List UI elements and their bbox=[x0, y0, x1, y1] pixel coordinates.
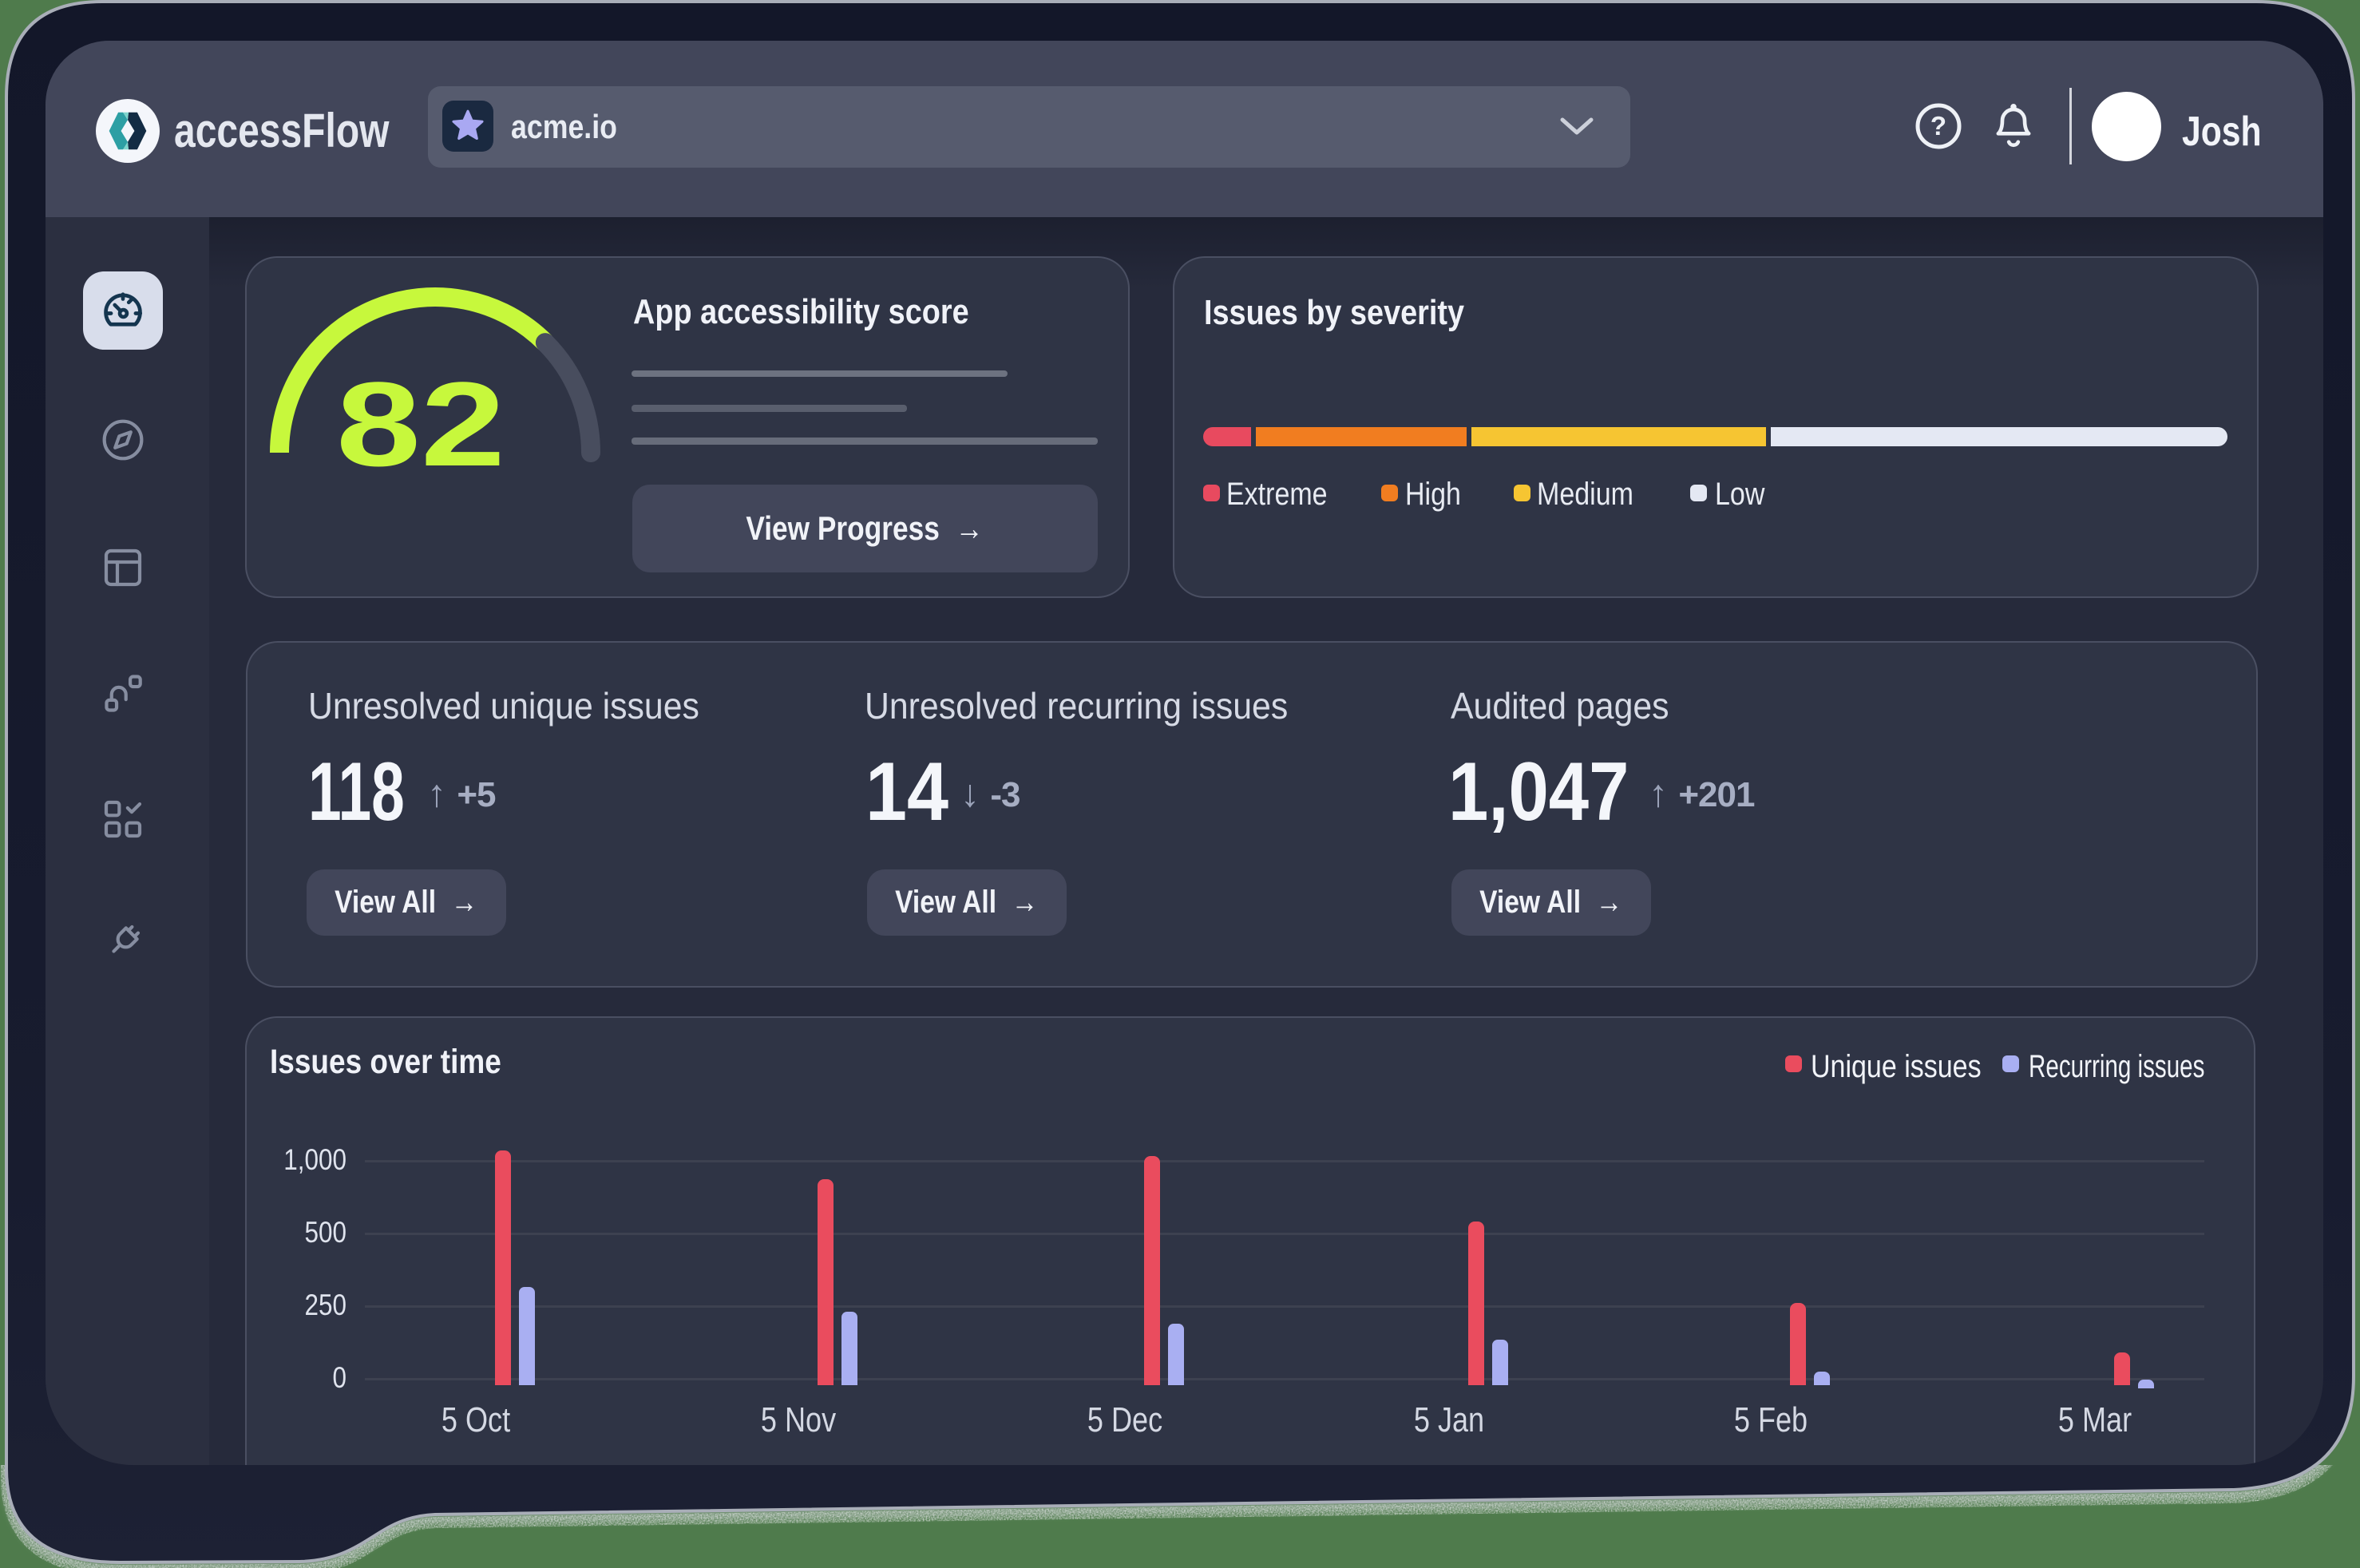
svg-text:?: ? bbox=[1930, 111, 1946, 141]
